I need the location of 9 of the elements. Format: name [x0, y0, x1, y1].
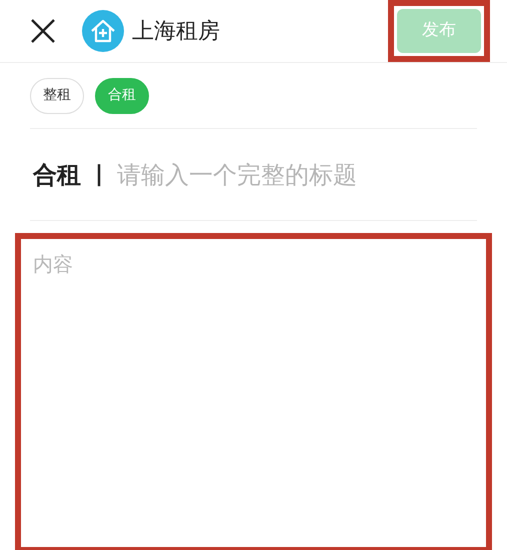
close-icon[interactable]: [30, 18, 56, 44]
separator: |: [95, 161, 104, 189]
tag-chip[interactable]: 整租: [30, 78, 84, 114]
content-field[interactable]: 内容: [15, 233, 492, 550]
tag-chip[interactable]: 合租: [95, 78, 149, 114]
app-title: 上海租房: [132, 18, 220, 46]
title-field[interactable]: 请输入一个完整的标题: [117, 156, 477, 192]
title-prefix: 合租: [33, 160, 81, 190]
house-plus-icon: [82, 10, 124, 52]
